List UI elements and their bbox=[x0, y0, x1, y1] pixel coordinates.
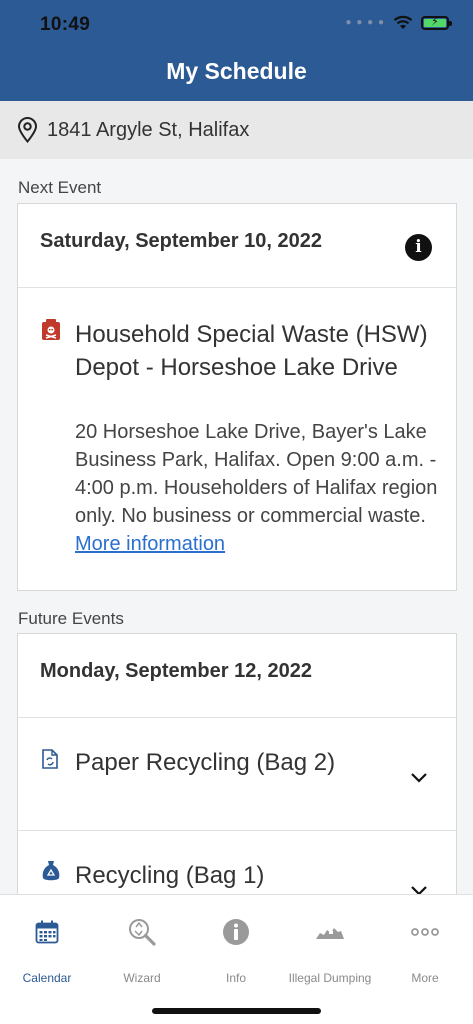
battery-icon: ⚡ bbox=[421, 15, 452, 30]
next-event-card: Saturday, September 10, 2022 i Household… bbox=[17, 203, 457, 591]
paper-recycling-icon bbox=[42, 749, 58, 769]
page-title: My Schedule bbox=[166, 58, 307, 84]
next-event-title: Household Special Waste (HSW) Depot - Ho… bbox=[75, 321, 428, 381]
wifi-icon bbox=[393, 15, 413, 29]
next-event-date: Saturday, September 10, 2022 bbox=[40, 230, 322, 252]
info-icon bbox=[223, 919, 249, 945]
info-icon[interactable]: i bbox=[405, 234, 432, 261]
future-event-date: Monday, September 12, 2022 bbox=[40, 660, 312, 682]
tab-illegal-dumping-label: Illegal Dumping bbox=[288, 971, 372, 985]
tab-calendar-label: Calendar bbox=[22, 971, 72, 985]
future-events-card: Monday, September 12, 2022 Paper Recycli… bbox=[17, 633, 457, 903]
next-event-description-text: 20 Horseshoe Lake Drive, Bayer's Lake Bu… bbox=[75, 421, 438, 527]
status-time: 10:49 bbox=[40, 14, 91, 35]
future-event-item[interactable]: Paper Recycling (Bag 2) bbox=[18, 718, 456, 831]
tab-illegal-dumping[interactable]: Illegal Dumping bbox=[283, 915, 377, 985]
chevron-down-icon[interactable] bbox=[410, 772, 428, 783]
home-indicator[interactable] bbox=[152, 1008, 321, 1014]
tab-wizard-label: Wizard bbox=[123, 971, 161, 985]
future-event-title: Paper Recycling (Bag 2) bbox=[75, 749, 336, 776]
tab-wizard[interactable]: Wizard bbox=[95, 915, 189, 985]
tab-more[interactable]: More bbox=[378, 915, 472, 985]
next-event-item[interactable]: Household Special Waste (HSW) Depot - Ho… bbox=[18, 288, 456, 590]
recycling-bag-icon bbox=[42, 861, 60, 881]
status-indicators: ● ● ● ● ⚡ bbox=[345, 15, 452, 30]
more-information-link[interactable]: More information bbox=[75, 533, 225, 555]
calendar-icon bbox=[35, 920, 59, 944]
tab-bar: Calendar Wizard Info Illegal Dumping Mor… bbox=[0, 894, 473, 1024]
future-event-title: Recycling (Bag 1) bbox=[75, 862, 265, 889]
signal-icon: ● ● ● ● bbox=[345, 17, 385, 28]
hazardous-waste-icon bbox=[42, 319, 60, 340]
tab-calendar[interactable]: Calendar bbox=[0, 915, 94, 985]
illegal-dumping-icon bbox=[316, 928, 344, 939]
next-event-description: 20 Horseshoe Lake Drive, Bayer's Lake Bu… bbox=[75, 418, 445, 558]
tab-more-label: More bbox=[411, 971, 439, 985]
tab-info-label: Info bbox=[225, 971, 246, 985]
more-icon bbox=[411, 928, 439, 936]
future-event-date-header: Monday, September 12, 2022 bbox=[18, 634, 456, 718]
location-pin-icon bbox=[17, 117, 38, 143]
address-bar[interactable]: 1841 Argyle St, Halifax bbox=[0, 101, 473, 159]
future-events-label: Future Events bbox=[18, 609, 124, 628]
wizard-icon bbox=[129, 919, 156, 946]
app-header: 10:49 ● ● ● ● ⚡ My Schedule bbox=[0, 0, 473, 101]
next-event-label: Next Event bbox=[18, 178, 102, 197]
address-text: 1841 Argyle St, Halifax bbox=[47, 118, 250, 141]
tab-info[interactable]: Info bbox=[189, 915, 283, 985]
next-event-date-header: Saturday, September 10, 2022 i bbox=[18, 204, 456, 288]
